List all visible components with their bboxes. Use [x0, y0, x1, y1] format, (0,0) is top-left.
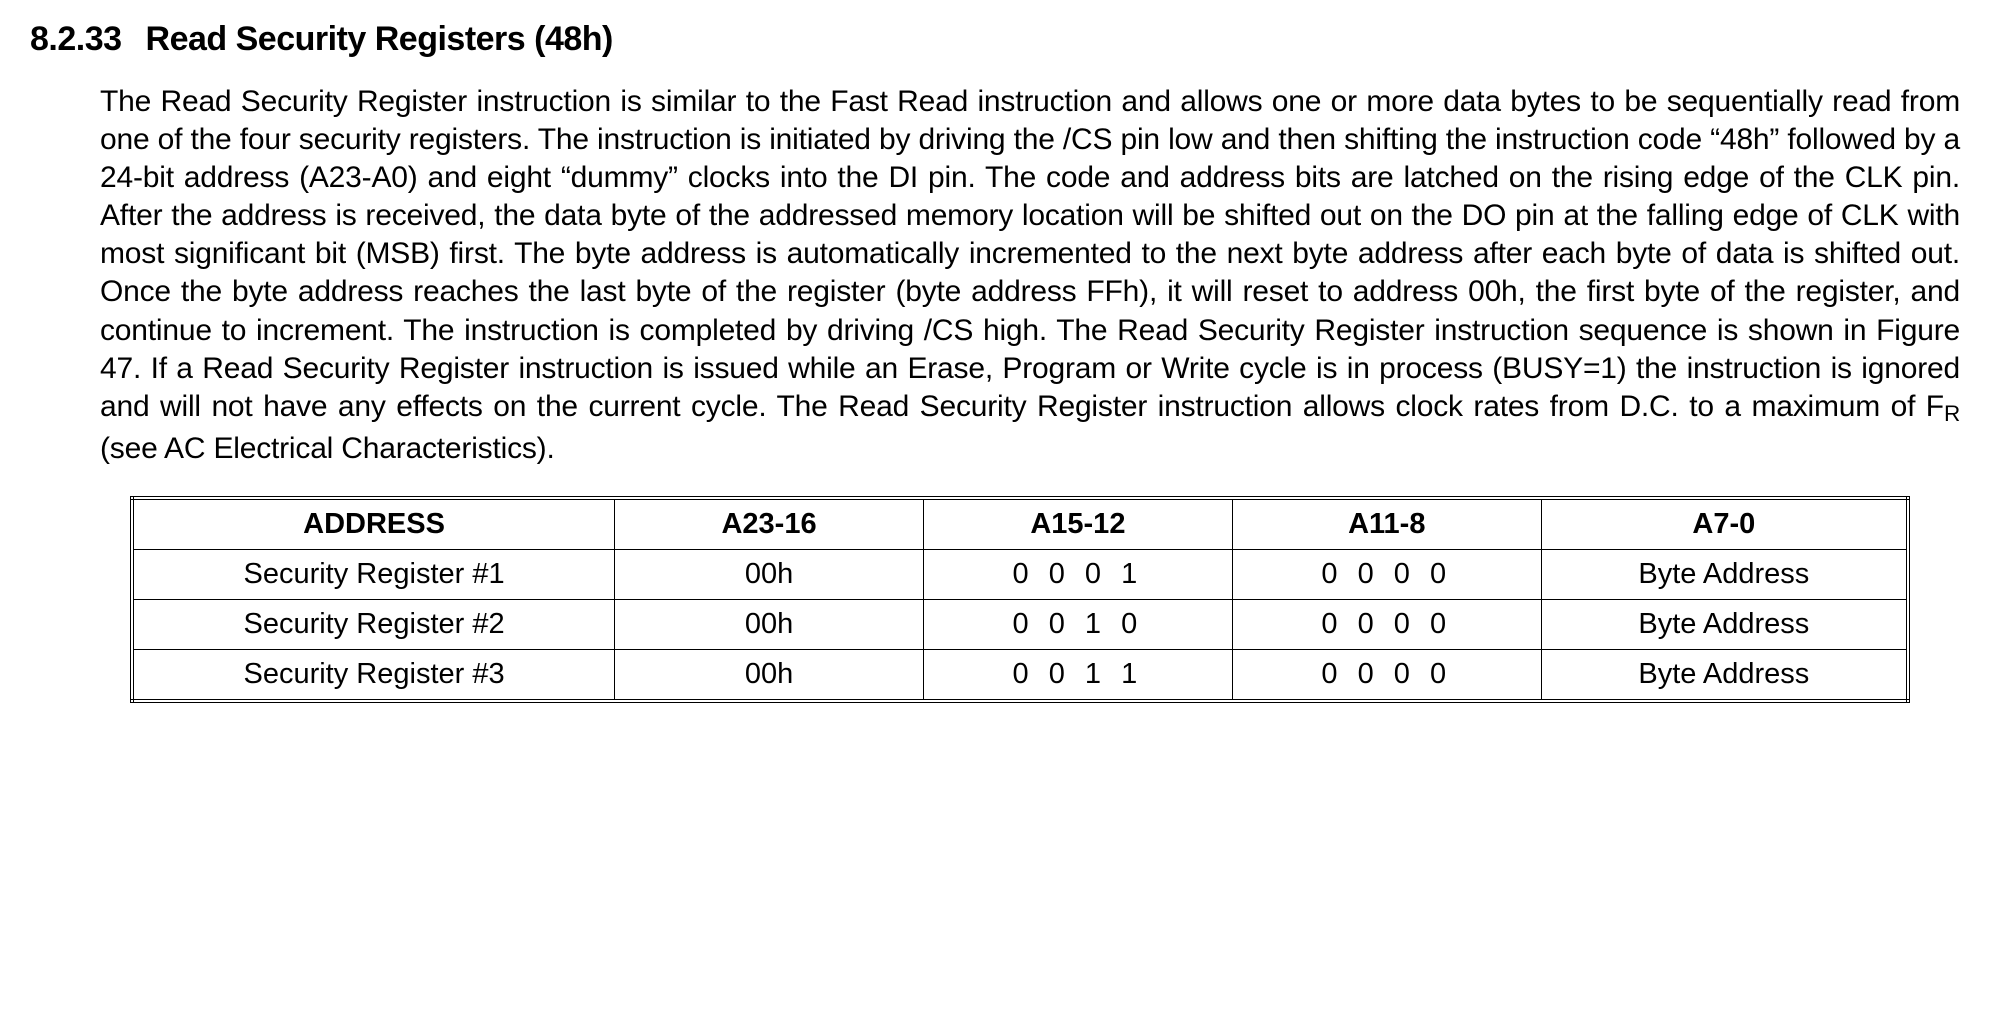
- cell-a23-16: 00h: [615, 650, 924, 702]
- cell-address: Security Register #2: [132, 600, 615, 650]
- header-a15-12: A15-12: [923, 498, 1232, 550]
- paragraph-text-before: The Read Security Register instruction i…: [100, 85, 1960, 423]
- table-header-row: ADDRESS A23-16 A15-12 A11-8 A7-0: [132, 498, 1908, 550]
- header-a7-0: A7-0: [1541, 498, 1908, 550]
- table-row: Security Register #1 00h 0 0 0 1 0 0 0 0…: [132, 550, 1908, 600]
- fr-subscript: R: [1944, 401, 1960, 426]
- table-row: Security Register #3 00h 0 0 1 1 0 0 0 0…: [132, 650, 1908, 702]
- body-paragraph: The Read Security Register instruction i…: [100, 83, 1960, 468]
- cell-a7-0: Byte Address: [1541, 600, 1908, 650]
- paragraph-text-after: (see AC Electrical Characteristics).: [100, 432, 555, 465]
- cell-a23-16: 00h: [615, 600, 924, 650]
- cell-a15-12: 0 0 0 1: [923, 550, 1232, 600]
- header-a11-8: A11-8: [1232, 498, 1541, 550]
- header-a23-16: A23-16: [615, 498, 924, 550]
- cell-a15-12: 0 0 1 0: [923, 600, 1232, 650]
- section-heading: 8.2.33 Read Security Registers (48h): [30, 20, 1970, 59]
- cell-a7-0: Byte Address: [1541, 650, 1908, 702]
- cell-address: Security Register #1: [132, 550, 615, 600]
- cell-a11-8: 0 0 0 0: [1232, 650, 1541, 702]
- table-row: Security Register #2 00h 0 0 1 0 0 0 0 0…: [132, 600, 1908, 650]
- header-address: ADDRESS: [132, 498, 615, 550]
- cell-a15-12: 0 0 1 1: [923, 650, 1232, 702]
- cell-address: Security Register #3: [132, 650, 615, 702]
- section-title: Read Security Registers (48h): [146, 20, 613, 58]
- cell-a11-8: 0 0 0 0: [1232, 600, 1541, 650]
- cell-a7-0: Byte Address: [1541, 550, 1908, 600]
- cell-a11-8: 0 0 0 0: [1232, 550, 1541, 600]
- section-number: 8.2.33: [30, 20, 122, 58]
- address-table: ADDRESS A23-16 A15-12 A11-8 A7-0 Securit…: [130, 496, 1910, 703]
- cell-a23-16: 00h: [615, 550, 924, 600]
